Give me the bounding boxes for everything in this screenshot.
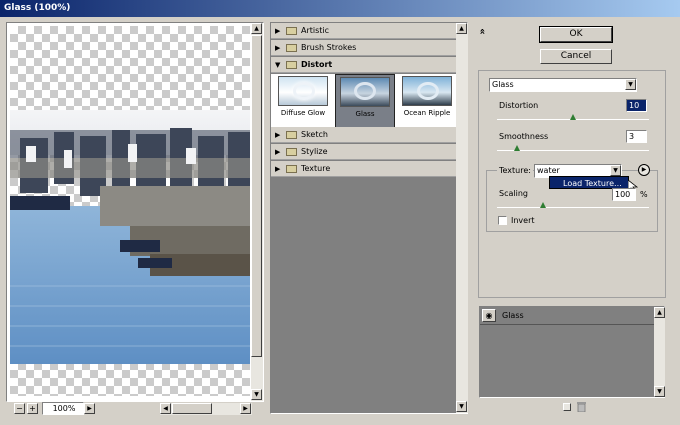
folder-icon [286, 148, 297, 156]
folder-icon [286, 44, 297, 52]
distortion-slider-knob[interactable] [570, 114, 576, 120]
expand-arrow-icon: ▶ [275, 44, 281, 52]
filter-thumb-diffuse-glow[interactable]: Diffuse Glow [273, 74, 333, 130]
filter-caption: Glass [355, 110, 375, 118]
zoom-level-field[interactable]: 100% [42, 402, 84, 415]
scaling-slider-knob[interactable] [539, 202, 546, 208]
new-effect-layer-icon[interactable] [563, 403, 571, 411]
cancel-button[interactable]: Cancel [540, 49, 612, 64]
ok-button[interactable]: OK [539, 26, 613, 43]
collapse-arrow-icon: ▼ [275, 61, 281, 69]
scroll-up-button[interactable]: ▲ [251, 23, 262, 34]
window-title: Glass (100%) [0, 0, 680, 17]
folder-icon [286, 131, 297, 139]
scaling-label: Scaling [499, 189, 528, 198]
layers-vscrollbar[interactable]: ▲ ▼ [654, 307, 665, 397]
scroll-down-button[interactable]: ▼ [251, 389, 262, 400]
category-texture[interactable]: ▶ Texture [271, 161, 457, 177]
filter-caption: Ocean Ripple [403, 109, 451, 117]
folder-open-icon [286, 61, 297, 69]
preview-vscrollbar[interactable]: ▲ ▼ [251, 23, 263, 401]
chevron-down-icon: ▼ [610, 165, 621, 176]
expand-arrow-icon: ▶ [275, 131, 281, 139]
eye-icon[interactable]: ◉ [482, 309, 496, 322]
smoothness-slider-knob[interactable] [513, 145, 520, 151]
zoom-out-button[interactable]: − [14, 403, 25, 414]
invert-checkbox[interactable] [498, 216, 507, 225]
preview-canvas[interactable] [10, 26, 250, 396]
zoom-bar: − + 100% ▶ ◀ ▶ [12, 402, 252, 416]
hscroll-thumb[interactable] [172, 403, 212, 414]
filter-gallery-list: ▶ Artistic ▶ Brush Strokes ▼ Distort Diffus… [271, 23, 457, 413]
filter-thumb-glass[interactable]: Glass [335, 74, 395, 130]
distort-filter-list: Diffuse Glow Glass Ocean Ripple [271, 74, 457, 132]
thumbnail [402, 76, 452, 106]
scroll-up-button[interactable]: ▲ [456, 23, 467, 34]
scroll-left-button[interactable]: ◀ [160, 403, 171, 414]
filter-caption: Diffuse Glow [280, 109, 326, 117]
expand-arrow-icon: ▶ [275, 148, 281, 156]
preview-image [10, 110, 250, 364]
folder-icon [286, 165, 297, 173]
collapse-gallery-icon[interactable]: « [477, 28, 488, 34]
category-artistic[interactable]: ▶ Artistic [271, 23, 457, 39]
folder-icon [286, 27, 297, 35]
filter-thumb-ocean-ripple[interactable]: Ocean Ripple [397, 74, 457, 130]
zoom-dropdown-arrow[interactable]: ▶ [84, 403, 95, 414]
scroll-right-button[interactable]: ▶ [240, 403, 251, 414]
thumbnail [340, 77, 390, 107]
smoothness-label: Smoothness [499, 132, 549, 141]
scroll-down-button[interactable]: ▼ [456, 401, 467, 412]
gallery-vscrollbar[interactable]: ▲ ▼ [456, 23, 468, 413]
scaling-slider[interactable] [497, 207, 649, 208]
category-sketch[interactable]: ▶ Sketch [271, 127, 457, 143]
expand-arrow-icon: ▶ [275, 165, 281, 173]
filter-select[interactable]: Glass ▼ [489, 78, 637, 92]
expand-arrow-icon: ▶ [275, 27, 281, 35]
trash-icon[interactable] [577, 402, 586, 412]
texture-label: Texture: [497, 166, 533, 175]
effect-layer-name: Glass [502, 311, 524, 320]
smoothness-slider[interactable] [497, 150, 649, 151]
scroll-thumb[interactable] [251, 35, 262, 357]
scaling-field[interactable]: 100 [612, 188, 636, 201]
invert-label: Invert [511, 216, 535, 225]
scroll-up-button[interactable]: ▲ [654, 307, 665, 318]
preview-hscrollbar[interactable]: ◀ ▶ [160, 403, 252, 415]
effect-layer-row[interactable]: ◉ Glass [480, 307, 654, 325]
chevron-down-icon: ▼ [625, 79, 636, 90]
category-stylize[interactable]: ▶ Stylize [271, 144, 457, 160]
texture-menu-icon[interactable]: ▶ [638, 164, 650, 176]
category-distort[interactable]: ▼ Distort [271, 57, 457, 73]
category-brush-strokes[interactable]: ▶ Brush Strokes [271, 40, 457, 56]
scroll-down-button[interactable]: ▼ [654, 386, 665, 397]
distortion-label: Distortion [499, 101, 539, 110]
zoom-in-button[interactable]: + [27, 403, 38, 414]
scaling-unit: % [640, 190, 648, 199]
thumbnail [278, 76, 328, 106]
distortion-field[interactable]: 10 [626, 99, 647, 112]
smoothness-field[interactable]: 3 [626, 130, 647, 143]
